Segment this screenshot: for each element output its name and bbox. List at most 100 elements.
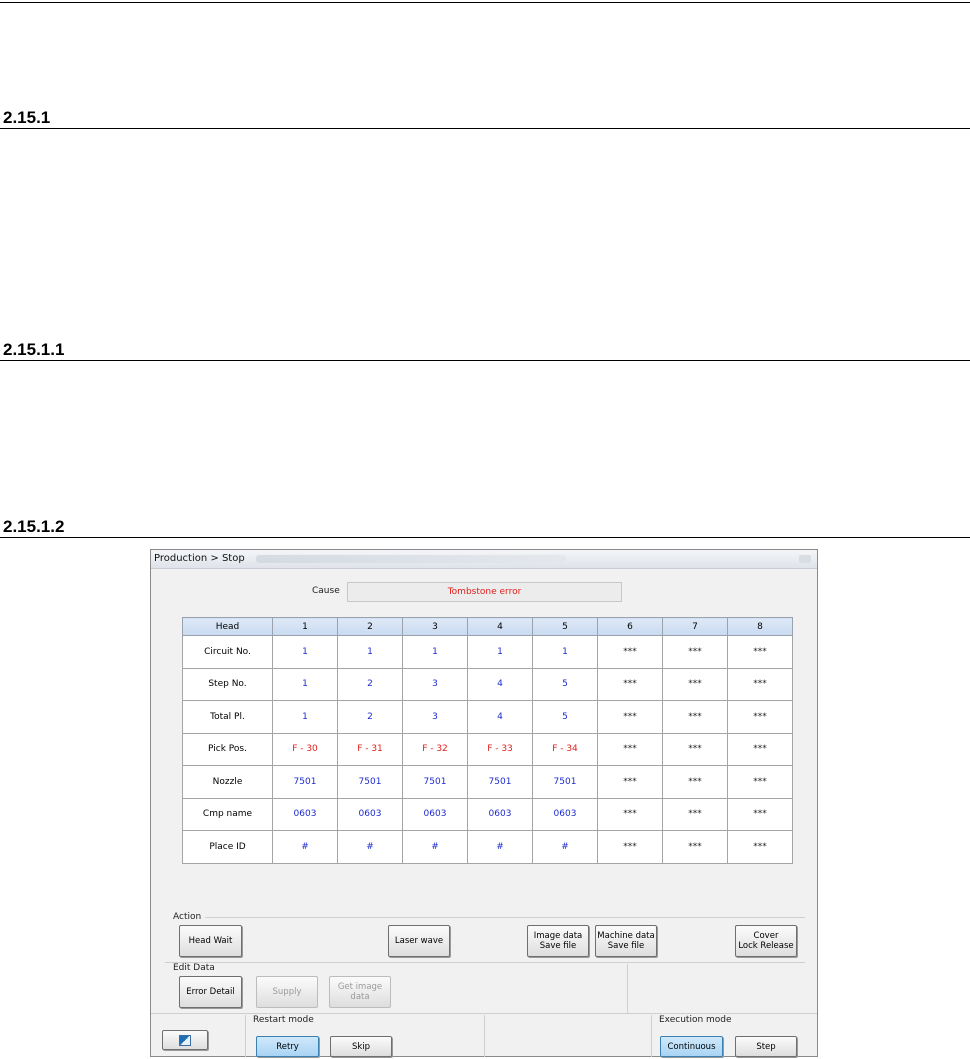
table-cell: F - 31 bbox=[337, 732, 403, 766]
cover-lock-release-button[interactable]: Cover Lock Release bbox=[735, 925, 797, 957]
section-rule bbox=[0, 537, 970, 538]
restart-mode-label: Restart mode bbox=[253, 1015, 314, 1025]
image-data-label-2: Save file bbox=[539, 941, 577, 951]
table-cell: 1 bbox=[402, 635, 468, 669]
table-cell: 7501 bbox=[467, 765, 533, 799]
window-mode-button[interactable] bbox=[162, 1030, 208, 1050]
close-icon[interactable] bbox=[799, 555, 811, 563]
supply-label: Supply bbox=[272, 987, 302, 997]
column-header-head-7: 7 bbox=[662, 617, 728, 636]
get-image-data-button[interactable]: Get image data bbox=[329, 976, 391, 1008]
table-cell: 5 bbox=[532, 667, 598, 701]
table-row: Step No. 1 2 3 4 5 *** *** *** bbox=[182, 667, 793, 701]
table-cell: 1 bbox=[272, 667, 338, 701]
table-cell: *** bbox=[597, 700, 663, 734]
production-stop-window: Production > Stop Cause Tombstone error … bbox=[150, 549, 818, 1057]
cover-label-2: Lock Release bbox=[738, 941, 794, 951]
section-heading-2-15-1: 2.15.1 bbox=[3, 108, 51, 127]
image-data-label-1: Image data bbox=[533, 931, 583, 941]
step-button[interactable]: Step bbox=[735, 1036, 797, 1057]
image-data-save-button[interactable]: Image data Save file bbox=[527, 925, 589, 957]
table-cell: *** bbox=[727, 667, 793, 701]
table-cell: *** bbox=[662, 797, 728, 831]
column-header-head-2: 2 bbox=[337, 617, 403, 636]
cover-label-1: Cover bbox=[753, 931, 779, 941]
table-row: Circuit No. 1 1 1 1 1 *** *** *** bbox=[182, 635, 793, 669]
table-cell: F - 34 bbox=[532, 732, 598, 766]
window-mode-icon bbox=[179, 1034, 191, 1046]
cause-label: Cause bbox=[312, 586, 340, 596]
table-cell: *** bbox=[727, 732, 793, 766]
row-label: Nozzle bbox=[182, 765, 273, 799]
edit-data-group-divider bbox=[165, 962, 805, 963]
retry-label: Retry bbox=[276, 1041, 299, 1052]
laser-wave-label: Laser wave bbox=[394, 936, 444, 946]
table-cell: *** bbox=[727, 830, 793, 864]
row-label: Step No. bbox=[182, 667, 273, 701]
table-cell: *** bbox=[727, 797, 793, 831]
table-cell: *** bbox=[597, 635, 663, 669]
table-cell: F - 30 bbox=[272, 732, 338, 766]
get-image-data-label: Get image data bbox=[337, 982, 383, 1002]
table-cell: 1 bbox=[272, 635, 338, 669]
table-cell: # bbox=[272, 830, 338, 864]
table-cell: 4 bbox=[467, 700, 533, 734]
table-cell: F - 32 bbox=[402, 732, 468, 766]
top-rule bbox=[0, 2, 970, 3]
skip-button[interactable]: Skip bbox=[330, 1036, 392, 1057]
head-wait-button[interactable]: Head Wait bbox=[179, 925, 242, 957]
table-cell: *** bbox=[727, 635, 793, 669]
section-rule bbox=[0, 360, 970, 361]
column-header-head-6: 6 bbox=[597, 617, 663, 636]
column-header-head-4: 4 bbox=[467, 617, 533, 636]
table-cell: 2 bbox=[337, 667, 403, 701]
window-title: Production > Stop bbox=[154, 553, 245, 564]
table-cell: *** bbox=[597, 732, 663, 766]
table-cell: F - 33 bbox=[467, 732, 533, 766]
error-detail-button[interactable]: Error Detail bbox=[179, 976, 242, 1008]
bottom-divider bbox=[151, 1013, 817, 1014]
column-header-head-3: 3 bbox=[402, 617, 468, 636]
table-row: Pick Pos. F - 30 F - 31 F - 32 F - 33 F - 34 *… bbox=[182, 732, 793, 766]
continuous-label: Continuous bbox=[667, 1041, 716, 1052]
table-cell: 1 bbox=[337, 635, 403, 669]
table-cell: # bbox=[337, 830, 403, 864]
row-label: Place ID bbox=[182, 830, 273, 864]
machine-data-label-2: Save file bbox=[607, 941, 645, 951]
table-cell: *** bbox=[727, 765, 793, 799]
step-label: Step bbox=[756, 1041, 776, 1052]
table-cell: 0603 bbox=[532, 797, 598, 831]
machine-data-label-1: Machine data bbox=[597, 931, 655, 941]
table-cell: *** bbox=[662, 700, 728, 734]
table-row: Cmp name 0603 0603 0603 0603 0603 *** *** *** bbox=[182, 797, 793, 831]
section-heading-2-15-1-1: 2.15.1.1 bbox=[3, 340, 65, 359]
table-cell: 1 bbox=[272, 700, 338, 734]
head-status-table: Head 1 2 3 4 5 6 7 8 Circuit No. 1 1 1 1 1 *** *** *** St… bbox=[182, 617, 793, 864]
laser-wave-button[interactable]: Laser wave bbox=[388, 925, 450, 957]
execution-mode-label: Execution mode bbox=[659, 1015, 732, 1025]
continuous-button[interactable]: Continuous bbox=[660, 1036, 723, 1057]
machine-data-save-button[interactable]: Machine data Save file bbox=[595, 925, 657, 957]
table-row: Total Pl. 1 2 3 4 5 *** *** *** bbox=[182, 700, 793, 734]
row-label: Pick Pos. bbox=[182, 732, 273, 766]
head-wait-label: Head Wait bbox=[188, 936, 233, 946]
table-cell: 7501 bbox=[532, 765, 598, 799]
blurred-title-overlay bbox=[256, 555, 566, 563]
section-rule bbox=[0, 128, 970, 129]
table-cell: *** bbox=[597, 830, 663, 864]
skip-label: Skip bbox=[351, 1041, 371, 1052]
table-cell: 3 bbox=[402, 700, 468, 734]
table-row: Nozzle 7501 7501 7501 7501 7501 *** *** *** bbox=[182, 765, 793, 799]
column-header-head-5: 5 bbox=[532, 617, 598, 636]
table-cell: *** bbox=[597, 765, 663, 799]
table-cell: 5 bbox=[532, 700, 598, 734]
edit-data-group-label: Edit Data bbox=[173, 963, 215, 973]
table-cell: *** bbox=[727, 700, 793, 734]
table-row: Place ID # # # # # *** *** *** bbox=[182, 830, 793, 864]
table-cell: *** bbox=[597, 797, 663, 831]
table-cell: *** bbox=[662, 635, 728, 669]
supply-button[interactable]: Supply bbox=[256, 976, 318, 1008]
action-group-divider bbox=[205, 917, 805, 918]
column-header-head: Head bbox=[182, 617, 273, 636]
retry-button[interactable]: Retry bbox=[256, 1036, 319, 1057]
